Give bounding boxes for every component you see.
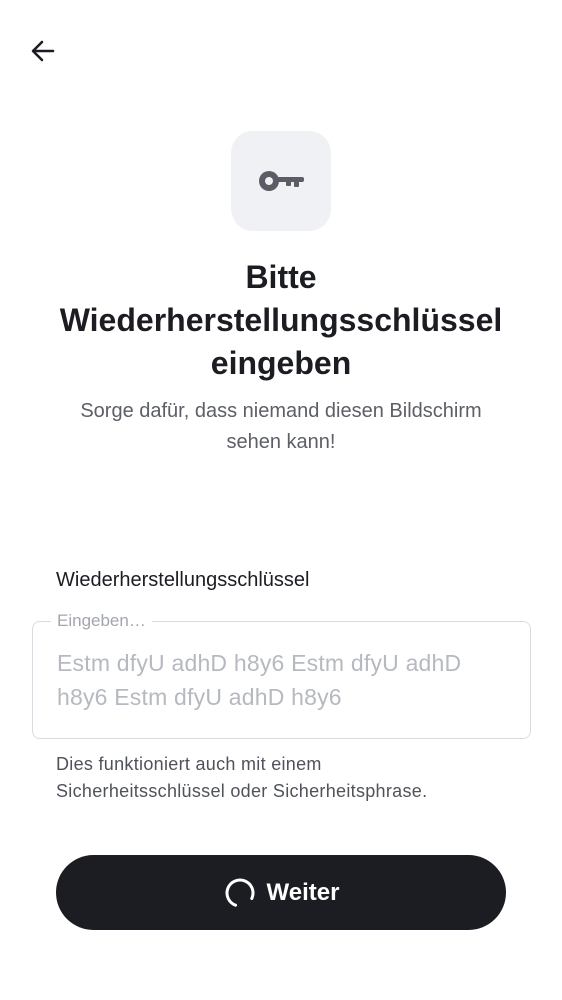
title-line-2: Wiederherstellungsschlüssel: [59, 302, 503, 338]
title-line-3: eingeben: [210, 345, 352, 381]
helper-text: Dies funktioniert auch mit einem Sicherh…: [56, 751, 516, 805]
helper-line-1: Dies funktioniert auch mit einem: [56, 754, 322, 774]
subtitle-line-1: Sorge dafür, dass niemand diesen Bildsch…: [80, 400, 482, 422]
continue-button-label: Weiter: [266, 878, 340, 906]
helper-line-2: Sicherheitsschlüssel oder Sicherheitsphr…: [56, 781, 428, 801]
key-icon-tile: [231, 131, 331, 231]
recovery-key-label: Wiederherstellungsschlüssel: [56, 569, 310, 591]
key-icon: [259, 171, 304, 191]
continue-button[interactable]: Weiter: [56, 855, 506, 930]
arrow-left-icon: [31, 40, 55, 62]
input-placeholder: Estm dfyU adhD h8y6 Estm dfyU adhD h8y6 …: [57, 646, 512, 714]
back-button[interactable]: [22, 30, 64, 72]
placeholder-line-2: h8y6 Estm dfyU adhD h8y6: [57, 684, 342, 710]
page-title: Bitte Wiederherstellungsschlüssel eingeb…: [30, 256, 532, 385]
spinner-icon: [225, 878, 255, 907]
input-legend: Eingeben…: [51, 609, 152, 633]
recovery-key-screen: Bitte Wiederherstellungsschlüssel eingeb…: [0, 0, 562, 1000]
placeholder-line-1: Estm dfyU adhD h8y6 Estm dfyU adhD: [57, 650, 462, 676]
recovery-key-input[interactable]: Eingeben… Estm dfyU adhD h8y6 Estm dfyU …: [32, 609, 531, 739]
page-subtitle: Sorge dafür, dass niemand diesen Bildsch…: [40, 396, 522, 458]
subtitle-line-2: sehen kann!: [226, 431, 336, 453]
title-line-1: Bitte: [245, 259, 317, 295]
